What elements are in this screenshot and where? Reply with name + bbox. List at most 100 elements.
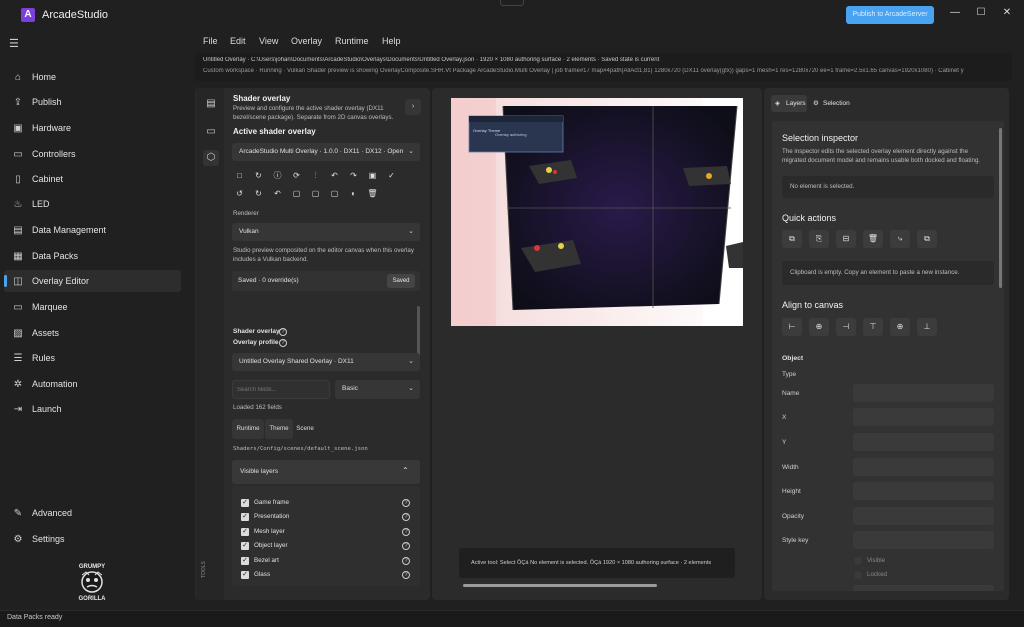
- copy-icon[interactable]: ⎘: [809, 230, 829, 248]
- toolbox-rail-icon[interactable]: ▭: [203, 124, 219, 140]
- layer-checkbox[interactable]: ✓: [241, 499, 249, 507]
- overlay-canvas[interactable]: Overlay Theme Overlay authoring: [451, 98, 743, 326]
- help-icon[interactable]: ?: [402, 527, 410, 536]
- inspector-scrollbar[interactable]: [999, 128, 1002, 288]
- shader-tool-button[interactable]: 🗑: [366, 187, 379, 200]
- sidebar-item-rules[interactable]: ☰ Rules: [4, 347, 181, 369]
- x-field[interactable]: [853, 408, 994, 426]
- link-icon[interactable]: ⧉: [917, 230, 937, 248]
- cube-rail-icon[interactable]: ⬡: [203, 150, 219, 166]
- sidebar-item-cabinet[interactable]: ▯ Cabinet: [4, 168, 181, 190]
- shader-tool-button[interactable]: ⫶: [309, 169, 322, 182]
- tab-theme[interactable]: Theme: [265, 419, 293, 439]
- field-label-style-key: Style key: [782, 537, 809, 544]
- sidebar-item-led[interactable]: ♨ LED: [4, 193, 181, 215]
- maximize-button[interactable]: ☐: [971, 5, 991, 21]
- y-field[interactable]: [853, 433, 994, 451]
- drag-grip[interactable]: [500, 0, 524, 6]
- paste-icon[interactable]: ⊟: [836, 230, 856, 248]
- menu-help[interactable]: Help: [382, 36, 401, 46]
- field-label-name: Name: [782, 390, 800, 397]
- more-button[interactable]: ›: [405, 99, 421, 115]
- hamburger-menu-icon[interactable]: ☰: [9, 37, 19, 50]
- menu-runtime[interactable]: Runtime: [335, 36, 369, 46]
- marquee-icon: ▭: [13, 301, 23, 313]
- shader-tool-button[interactable]: ▣: [366, 169, 379, 182]
- shader-tool-button[interactable]: ⟳: [290, 169, 303, 182]
- overlay-profile-dropdown[interactable]: Untitled Overlay Shared Overlay · DX11 ⌄: [232, 353, 420, 371]
- align-bottom-icon[interactable]: ⊥: [917, 318, 937, 336]
- align-top-icon[interactable]: ⊤: [863, 318, 883, 336]
- active-overlay-dropdown[interactable]: ArcadeStudio Multi Overlay · 1.0.0 · DX1…: [232, 143, 420, 161]
- saved-status-text: Saved · 0 override(s): [238, 277, 299, 284]
- additional-field[interactable]: [853, 585, 994, 591]
- help-icon[interactable]: ?: [402, 556, 410, 565]
- height-field[interactable]: [853, 482, 994, 500]
- shader-tool-button[interactable]: ↻: [252, 187, 265, 200]
- shader-tool-button[interactable]: ↶: [328, 169, 341, 182]
- field-search-input[interactable]: [232, 380, 330, 399]
- tab-runtime[interactable]: Runtime: [232, 419, 264, 439]
- sidebar-item-marquee[interactable]: ▭ Marquee: [4, 296, 181, 318]
- layer-checkbox[interactable]: ✓: [241, 556, 249, 565]
- locked-toggle[interactable]: [854, 571, 862, 579]
- shader-tool-button[interactable]: ↻: [252, 169, 265, 182]
- layer-checkbox[interactable]: ✓: [241, 527, 249, 536]
- layer-checkbox[interactable]: ✓: [241, 571, 249, 579]
- layer-checkbox[interactable]: ✓: [241, 513, 249, 522]
- shader-tool-button[interactable]: ↷: [347, 169, 360, 182]
- align-center-v-icon[interactable]: ⊕: [890, 318, 910, 336]
- sidebar-item-publish[interactable]: ⇪ Publish: [4, 91, 181, 113]
- menu-edit[interactable]: Edit: [230, 36, 246, 46]
- shader-tool-button[interactable]: ⓘ: [271, 169, 284, 182]
- shader-tool-button[interactable]: ▢: [328, 187, 341, 200]
- visible-toggle[interactable]: [854, 557, 862, 565]
- align-center-h-icon[interactable]: ⊕: [809, 318, 829, 336]
- renderer-dropdown[interactable]: Vulkan ⌄: [232, 223, 420, 241]
- publish-button[interactable]: Publish to ArcadeServer: [846, 6, 934, 24]
- shader-tool-button[interactable]: ▢: [309, 187, 322, 200]
- help-icon[interactable]: ?: [279, 339, 287, 347]
- align-right-icon[interactable]: ⊣: [836, 318, 856, 336]
- name-field[interactable]: [853, 384, 994, 402]
- duplicate-icon[interactable]: ⧉: [782, 230, 802, 248]
- sidebar-item-controllers[interactable]: ▭ Controllers: [4, 143, 181, 165]
- sidebar-item-assets[interactable]: ▨ Assets: [4, 322, 181, 344]
- help-icon[interactable]: ?: [402, 571, 410, 579]
- minimize-button[interactable]: —: [945, 5, 965, 21]
- sidebar-item-hardware[interactable]: ▣ Hardware: [4, 117, 181, 139]
- sidebar-item-data-packs[interactable]: ▦ Data Packs: [4, 245, 181, 267]
- sidebar-item-automation[interactable]: ✲ Automation: [4, 373, 181, 395]
- layer-checkbox[interactable]: ✓: [241, 542, 249, 551]
- shader-tool-button[interactable]: □: [233, 169, 246, 182]
- help-icon[interactable]: ?: [402, 499, 410, 507]
- canvas-horizontal-scrollbar[interactable]: [463, 584, 657, 587]
- sidebar-item-home[interactable]: ⌂ Home: [4, 66, 181, 88]
- layers-rail-icon[interactable]: ▤: [203, 96, 219, 112]
- menu-overlay[interactable]: Overlay: [291, 36, 322, 46]
- send-back-icon[interactable]: ⤷: [890, 230, 910, 248]
- shader-tool-button[interactable]: ▢: [290, 187, 303, 200]
- sidebar-item-data-management[interactable]: ▤ Data Management: [4, 219, 181, 241]
- tab-selection[interactable]: Selection: [823, 100, 850, 107]
- field-mode-dropdown[interactable]: Basic ⌄: [335, 380, 420, 399]
- sidebar-item-launch[interactable]: ⇥ Launch: [4, 398, 181, 420]
- shader-tool-button[interactable]: ✓: [385, 169, 398, 182]
- tab-scene[interactable]: Scene: [294, 419, 316, 439]
- opacity-field[interactable]: [853, 507, 994, 525]
- sidebar-item-settings[interactable]: ⚙ Settings: [4, 528, 181, 550]
- menu-file[interactable]: File: [203, 36, 218, 46]
- trash-icon[interactable]: 🗑: [863, 230, 883, 248]
- collapse-chevron-icon[interactable]: ⌃: [402, 466, 409, 475]
- shader-tool-button[interactable]: ↺: [233, 187, 246, 200]
- menu-view[interactable]: View: [259, 36, 278, 46]
- shader-tool-button[interactable]: ◐: [347, 187, 360, 200]
- style-key-field[interactable]: [853, 531, 994, 549]
- shader-tool-button[interactable]: ↶: [271, 187, 284, 200]
- sidebar-item-overlay-editor[interactable]: ◫ Overlay Editor: [4, 270, 181, 292]
- sidebar-item-advanced[interactable]: ✎ Advanced: [4, 502, 181, 524]
- help-icon[interactable]: ?: [279, 328, 287, 336]
- close-button[interactable]: ✕: [997, 5, 1017, 21]
- align-left-icon[interactable]: ⊢: [782, 318, 802, 336]
- width-field[interactable]: [853, 458, 994, 476]
